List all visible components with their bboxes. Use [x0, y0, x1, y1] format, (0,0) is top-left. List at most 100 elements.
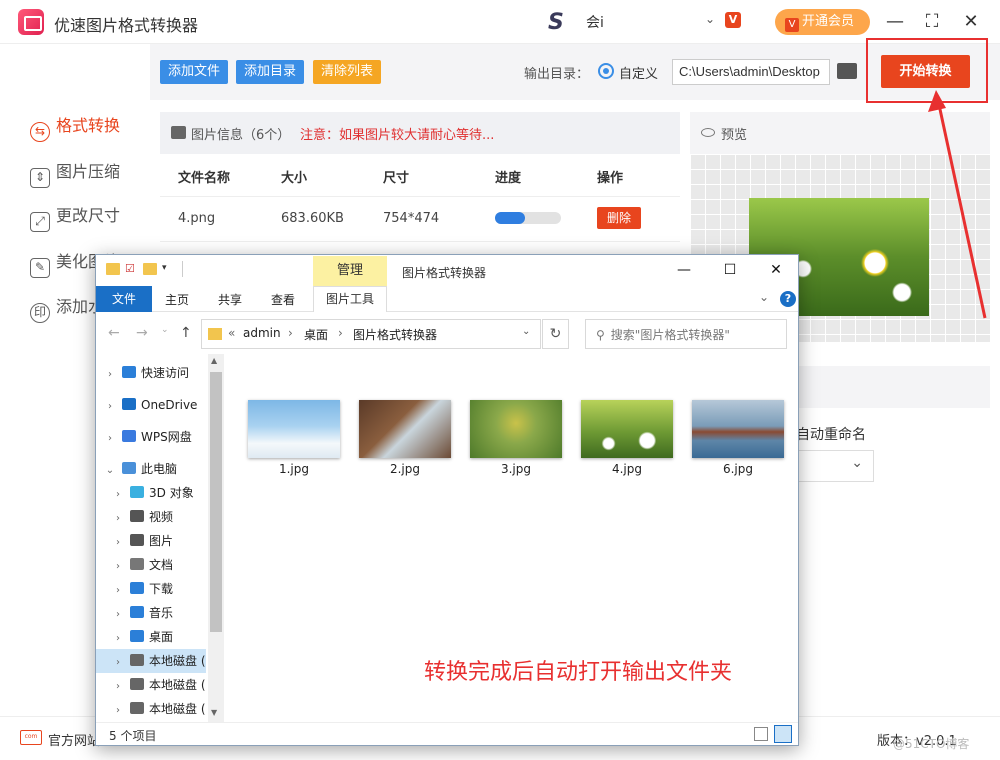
clear-list-button[interactable]: 清除列表 — [313, 60, 382, 84]
custom-radio-label[interactable]: 自定义 — [619, 63, 658, 82]
auto-rename-select[interactable] — [790, 450, 874, 482]
tab-manage[interactable]: 管理 — [313, 256, 387, 286]
chevron-right-icon[interactable]: › — [110, 699, 126, 721]
details-view-icon[interactable] — [754, 727, 768, 741]
nav-item[interactable]: ⌄ 此电脑 — [96, 457, 206, 481]
nav-item-label: 本地磁盘 (D:) — [149, 678, 206, 692]
chevron-right-icon[interactable]: › — [110, 531, 126, 553]
nav-item[interactable]: › 桌面 — [96, 625, 206, 649]
breadcrumb-desktop[interactable]: 桌面 — [304, 326, 328, 343]
add-file-button[interactable]: 添加文件 — [160, 60, 229, 84]
add-directory-button[interactable]: 添加目录 — [236, 60, 305, 84]
file-thumbnail[interactable] — [581, 400, 673, 458]
scrollbar-thumb[interactable] — [210, 372, 222, 632]
nav-item[interactable]: › 本地磁盘 (D:) — [96, 673, 206, 697]
explorer-minimize-button[interactable]: — — [672, 259, 696, 281]
chevron-right-icon[interactable]: › — [110, 603, 126, 625]
quick-access-dropdown-icon[interactable]: ▾ — [162, 263, 167, 273]
chevron-down-icon[interactable]: ⌄ — [759, 290, 769, 304]
chevron-down-icon[interactable]: ⌄ — [522, 326, 530, 337]
large-icons-view-icon[interactable] — [774, 725, 792, 743]
file-thumbnail[interactable] — [248, 400, 340, 458]
file-thumbnail[interactable] — [470, 400, 562, 458]
new-folder-icon[interactable] — [143, 263, 157, 275]
properties-icon[interactable]: ☑ — [125, 262, 135, 275]
tab-picture-tools[interactable]: 图片工具 — [313, 286, 387, 312]
address-row: ← → ⌄ ↑ « admin › 桌面 › 图片格式转换器 ⌄ ↻ ⚲ 搜索"图… — [96, 312, 798, 354]
output-dir-label: 输出目录： — [524, 67, 590, 82]
nav-item[interactable]: › 本地磁盘 (E:) — [96, 697, 206, 721]
file-name[interactable]: 6.jpg — [692, 462, 784, 476]
file-name[interactable]: 1.jpg — [248, 462, 340, 476]
file-name[interactable]: 3.jpg — [470, 462, 562, 476]
forward-arrow-icon[interactable]: → — [136, 325, 148, 341]
nav-item[interactable]: › 下载 — [96, 577, 206, 601]
sidebar-item-compress[interactable]: ⇕ 图片压缩 — [30, 160, 150, 188]
nav-item[interactable]: › 音乐 — [96, 601, 206, 625]
minimize-button[interactable]: — — [883, 10, 907, 34]
breadcrumb-admin[interactable]: admin — [243, 326, 281, 340]
notice-text: 注意：如果图片较大请耐心等待... — [300, 128, 495, 143]
chevron-right-icon[interactable]: › — [102, 395, 118, 417]
chevron-right-icon[interactable]: › — [102, 363, 118, 385]
chevron-right-icon[interactable]: › — [110, 651, 126, 673]
back-arrow-icon[interactable]: ← — [108, 325, 120, 341]
nav-item[interactable]: › 快速访问 — [96, 361, 206, 385]
scroll-up-icon[interactable]: ▲ — [211, 356, 217, 365]
file-name[interactable]: 4.jpg — [581, 462, 673, 476]
refresh-icon[interactable]: ↻ — [542, 319, 569, 349]
breadcrumb-separator: › — [288, 326, 293, 340]
nav-item-label: 视频 — [149, 510, 174, 524]
delete-button[interactable]: 删除 — [597, 207, 641, 229]
chevron-down-icon[interactable]: ⌄ — [102, 459, 118, 481]
custom-radio[interactable] — [598, 63, 614, 79]
output-path-input[interactable]: C:\Users\admin\Desktop — [672, 59, 830, 85]
close-button[interactable]: ✕ — [959, 10, 983, 34]
chevron-right-icon[interactable]: › — [110, 555, 126, 577]
explorer-close-button[interactable]: ✕ — [764, 259, 788, 281]
explorer-maximize-button[interactable]: ☐ — [718, 259, 742, 281]
file-name[interactable]: 2.jpg — [359, 462, 451, 476]
file-thumbnail[interactable] — [359, 400, 451, 458]
recent-dropdown-icon[interactable]: ⌄ — [161, 325, 169, 335]
nav-item[interactable]: › 视频 — [96, 505, 206, 529]
user-name[interactable]: 会i — [586, 12, 604, 32]
chevron-right-icon[interactable]: › — [110, 675, 126, 697]
chevron-right-icon[interactable]: › — [110, 507, 126, 529]
folder-icon[interactable] — [837, 63, 857, 79]
tab-file[interactable]: 文件 — [96, 286, 152, 312]
nav-item[interactable]: › 3D 对象 — [96, 481, 206, 505]
breadcrumb-current[interactable]: 图片格式转换器 — [353, 326, 437, 343]
chevron-down-icon[interactable]: ⌄ — [705, 12, 715, 26]
search-input[interactable]: ⚲ 搜索"图片格式转换器" — [585, 319, 787, 349]
nav-item[interactable]: › OneDrive — [96, 393, 206, 417]
official-site-link[interactable]: 官方网站 — [48, 730, 100, 749]
vip-button[interactable]: V 开通会员 — [775, 9, 870, 35]
address-bar[interactable]: « admin › 桌面 › 图片格式转换器 ⌄ — [201, 319, 541, 349]
column-header-action: 操作 — [597, 171, 624, 186]
chevron-right-icon[interactable]: › — [110, 627, 126, 649]
tab-home[interactable]: 主页 — [165, 291, 189, 308]
nav-item[interactable]: › 图片 — [96, 529, 206, 553]
nav-scrollbar[interactable]: ▲ ▼ — [208, 354, 224, 722]
sidebar-item-resize[interactable]: ⤢ 更改尺寸 — [30, 204, 150, 232]
chevron-right-icon[interactable]: › — [110, 579, 126, 601]
chevron-right-icon[interactable]: › — [102, 427, 118, 449]
maximize-button[interactable]: ⛶ — [920, 10, 944, 34]
sidebar-item-format-convert[interactable]: ⇆ 格式转换 — [30, 114, 150, 142]
chevron-right-icon[interactable]: › — [110, 483, 126, 505]
column-header-size: 大小 — [281, 171, 308, 186]
help-icon[interactable]: ? — [780, 291, 796, 307]
vip-button-label: 开通会员 — [802, 14, 855, 29]
scroll-down-icon[interactable]: ▼ — [211, 708, 217, 717]
up-arrow-icon[interactable]: ↑ — [180, 325, 192, 341]
breadcrumb-overflow[interactable]: « — [228, 326, 235, 340]
nav-item[interactable]: › 文档 — [96, 553, 206, 577]
tab-view[interactable]: 查看 — [271, 291, 295, 308]
file-thumbnail[interactable] — [692, 400, 784, 458]
user-avatar[interactable]: S — [548, 10, 578, 36]
nav-item[interactable]: › 本地磁盘 (C:) — [96, 649, 206, 673]
nav-item[interactable]: › WPS网盘 — [96, 425, 206, 449]
tab-share[interactable]: 共享 — [218, 291, 242, 308]
progress-bar — [495, 212, 561, 224]
